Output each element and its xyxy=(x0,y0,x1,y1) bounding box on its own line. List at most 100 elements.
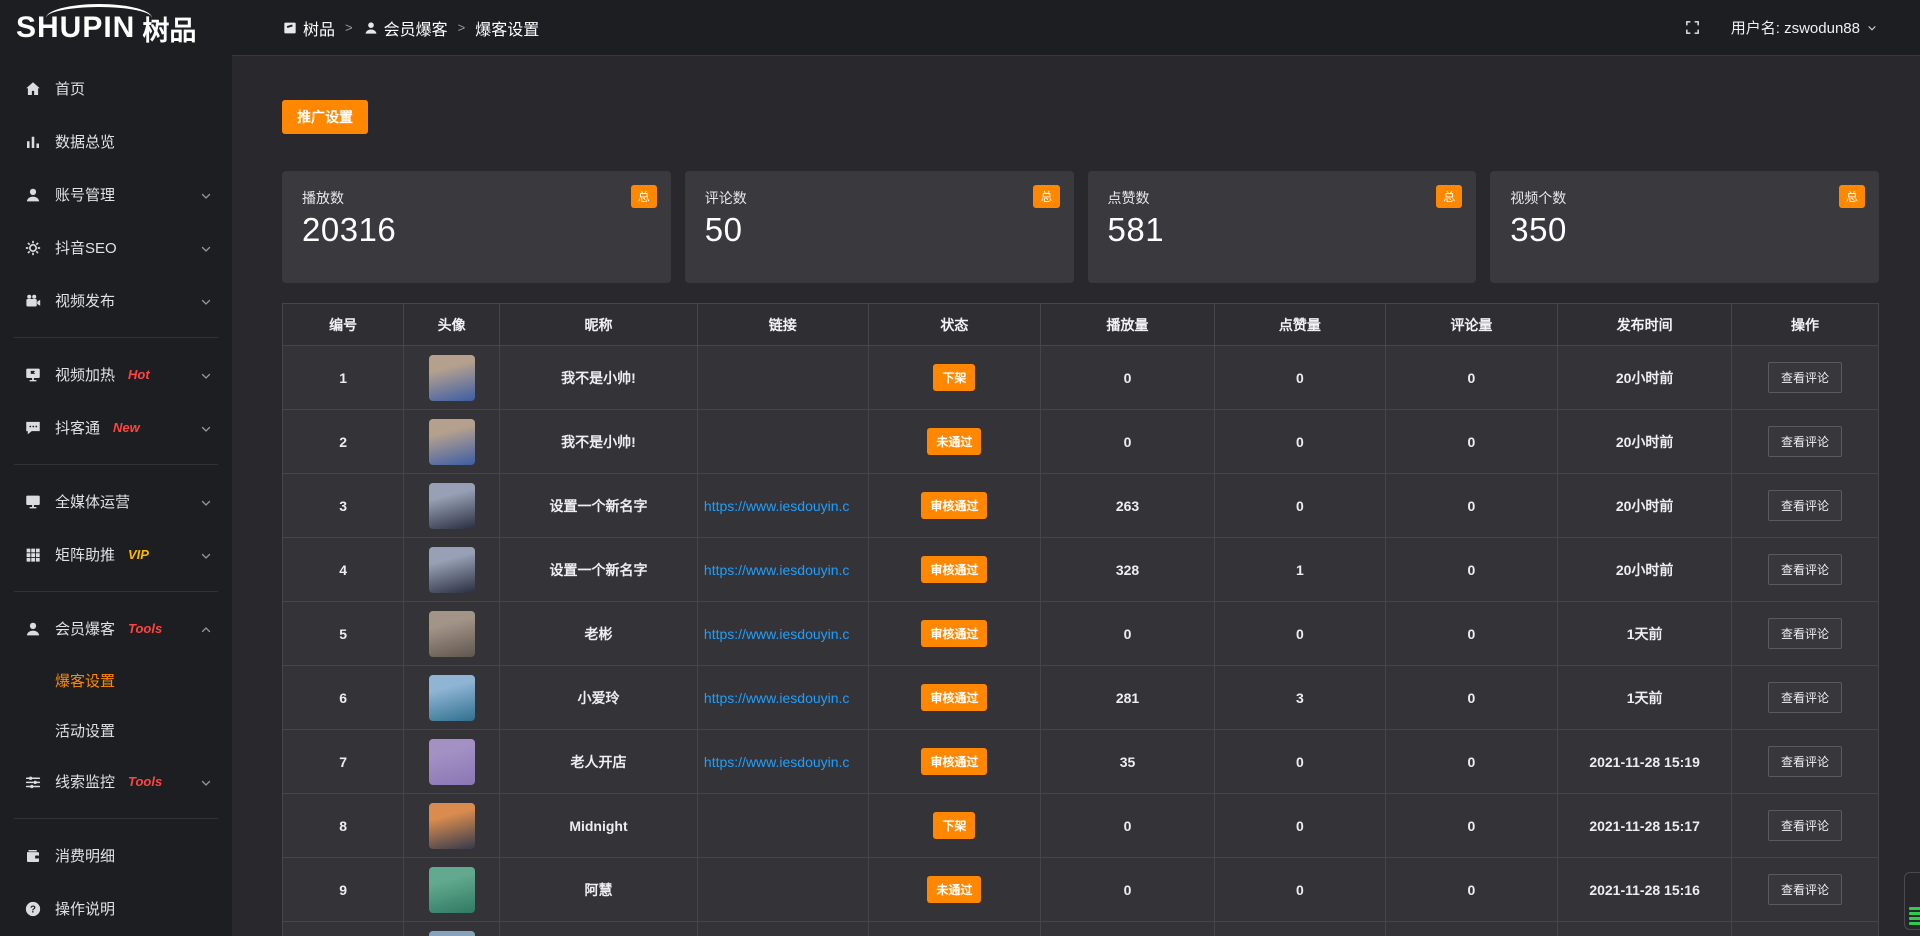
sidebar-item-label: 视频加热 xyxy=(55,364,115,385)
chevron-down-icon xyxy=(200,422,212,434)
sidebar-item[interactable]: 矩阵助推VIP xyxy=(0,528,232,581)
status-badge[interactable]: 未通过 xyxy=(927,428,981,455)
cell-avatar xyxy=(404,858,500,922)
cell-status: 审核通过 xyxy=(868,730,1040,794)
view-comments-button[interactable]: 查看评论 xyxy=(1768,426,1842,457)
status-badge[interactable]: 未通过 xyxy=(927,876,981,903)
column-header: 发布时间 xyxy=(1558,304,1732,346)
cell-status: 下架 xyxy=(868,346,1040,410)
sidebar-item-label: 账号管理 xyxy=(55,184,115,205)
status-badge[interactable]: 审核通过 xyxy=(921,492,987,519)
table-row: 8Midnight下架0002021-11-28 15:17查看评论 xyxy=(283,794,1879,858)
sidebar-item[interactable]: 全媒体运营 xyxy=(0,475,232,528)
breadcrumb-item[interactable]: 树品 xyxy=(282,16,335,40)
cell-link xyxy=(697,346,868,410)
sidebar-item[interactable]: 视频发布 xyxy=(0,274,232,327)
total-badge: 总 xyxy=(1033,185,1059,208)
avatar xyxy=(429,419,475,465)
profile-link[interactable]: https://www.iesdouyin.c xyxy=(704,498,850,514)
cell-action: 查看评论 xyxy=(1732,794,1879,858)
sidebar-item-label: 会员爆客 xyxy=(55,618,115,639)
view-comments-button[interactable]: 查看评论 xyxy=(1768,810,1842,841)
cell-time: 1天前 xyxy=(1558,666,1732,730)
sidebar-item[interactable]: 数据总览 xyxy=(0,115,232,168)
cell-action: 查看评论 xyxy=(1732,858,1879,922)
logo: SHUPIN 树品 xyxy=(0,0,232,56)
breadcrumb: 树品>会员爆客>爆客设置 xyxy=(282,16,539,40)
status-badge[interactable]: 审核通过 xyxy=(921,620,987,647)
sidebar-item-label: 全媒体运营 xyxy=(55,491,130,512)
view-comments-button[interactable]: 查看评论 xyxy=(1768,874,1842,905)
cell-avatar xyxy=(404,538,500,602)
sidebar-item-label: 消费明细 xyxy=(55,845,115,866)
sidebar-item[interactable]: ?操作说明 xyxy=(0,882,232,935)
profile-link[interactable]: https://www.iesdouyin.c xyxy=(704,690,850,706)
status-badge[interactable]: 审核通过 xyxy=(921,556,987,583)
sliders-icon xyxy=(24,773,42,791)
sidebar-item[interactable]: 线索监控Tools xyxy=(0,755,232,808)
view-comments-button[interactable]: 查看评论 xyxy=(1768,554,1842,585)
column-header: 状态 xyxy=(868,304,1040,346)
cell-likes: 0 xyxy=(1215,602,1386,666)
breadcrumb-label: 爆客设置 xyxy=(475,16,539,40)
wallet-icon xyxy=(24,847,42,865)
view-comments-button[interactable]: 查看评论 xyxy=(1768,618,1842,649)
cell-plays: 0 xyxy=(1041,602,1215,666)
cell-link: https://www.iesdouyin.c xyxy=(697,538,868,602)
cell-avatar xyxy=(404,346,500,410)
sidebar-subitem[interactable]: 活动设置 xyxy=(0,705,232,755)
breadcrumb-separator: > xyxy=(345,20,353,35)
sidebar-item[interactable]: 首页 xyxy=(0,62,232,115)
floating-widget[interactable] xyxy=(1904,872,1920,930)
cell-nickname: 我不是小帅! xyxy=(500,410,698,474)
view-comments-button[interactable]: 查看评论 xyxy=(1768,362,1842,393)
stat-cards: 播放数20316总评论数50总点赞数581总视频个数350总 xyxy=(282,171,1879,283)
fullscreen-icon[interactable] xyxy=(1684,19,1701,36)
sidebar-item[interactable]: 抖客通New xyxy=(0,401,232,454)
avatar xyxy=(429,611,475,657)
sidebar-subitem[interactable]: 爆客设置 xyxy=(0,655,232,705)
cell-action: 查看评论 xyxy=(1732,346,1879,410)
cell-likes: 3 xyxy=(1215,666,1386,730)
status-badge[interactable]: 审核通过 xyxy=(921,684,987,711)
chevron-down-icon xyxy=(200,189,212,201)
view-comments-button[interactable]: 查看评论 xyxy=(1768,746,1842,777)
table-row: 7老人开店https://www.iesdouyin.c审核通过35002021… xyxy=(283,730,1879,794)
breadcrumb-item[interactable]: 会员爆客 xyxy=(363,16,448,40)
profile-link[interactable]: https://www.iesdouyin.c xyxy=(704,626,850,642)
avatar xyxy=(429,739,475,785)
avatar xyxy=(429,483,475,529)
profile-link[interactable]: https://www.iesdouyin.c xyxy=(704,754,850,770)
status-badge[interactable]: 下架 xyxy=(933,812,975,839)
status-badge[interactable]: 审核通过 xyxy=(921,748,987,775)
breadcrumb-item: 爆客设置 xyxy=(475,16,539,40)
cell-avatar xyxy=(404,794,500,858)
view-comments-button[interactable]: 查看评论 xyxy=(1768,682,1842,713)
sidebar-divider xyxy=(14,591,218,592)
sidebar-item[interactable]: 视频加热Hot xyxy=(0,348,232,401)
cell-likes: 0 xyxy=(1215,346,1386,410)
table-header-row: 编号头像昵称链接状态播放量点赞量评论量发布时间操作 xyxy=(283,304,1879,346)
cell-status: 审核通过 xyxy=(868,474,1040,538)
sidebar-item[interactable]: 会员爆客Tools xyxy=(0,602,232,655)
svg-text:?: ? xyxy=(30,904,36,915)
username-dropdown[interactable]: 用户名: zswodun88 xyxy=(1731,17,1878,38)
cell-link xyxy=(697,858,868,922)
status-badge[interactable]: 下架 xyxy=(933,364,975,391)
cell-avatar xyxy=(404,410,500,474)
view-comments-button[interactable]: 查看评论 xyxy=(1768,490,1842,521)
content: 推广设置 播放数20316总评论数50总点赞数581总视频个数350总 编号头像… xyxy=(232,56,1920,936)
avatar xyxy=(429,931,475,936)
cell-status: 未通过 xyxy=(868,410,1040,474)
total-badge: 总 xyxy=(1436,185,1462,208)
sidebar-item[interactable]: 消费明细 xyxy=(0,829,232,882)
table-row: 1我不是小帅!下架00020小时前查看评论 xyxy=(283,346,1879,410)
sidebar-item-label: 首页 xyxy=(55,78,85,99)
profile-link[interactable]: https://www.iesdouyin.c xyxy=(704,562,850,578)
table-row: 4设置一个新名字https://www.iesdouyin.c审核通过32810… xyxy=(283,538,1879,602)
sidebar-item[interactable]: 账号管理 xyxy=(0,168,232,221)
cell-likes: 0 xyxy=(1215,474,1386,538)
chevron-down-icon xyxy=(200,242,212,254)
sidebar-item[interactable]: 抖音SEO xyxy=(0,221,232,274)
promo-settings-button[interactable]: 推广设置 xyxy=(282,100,368,134)
